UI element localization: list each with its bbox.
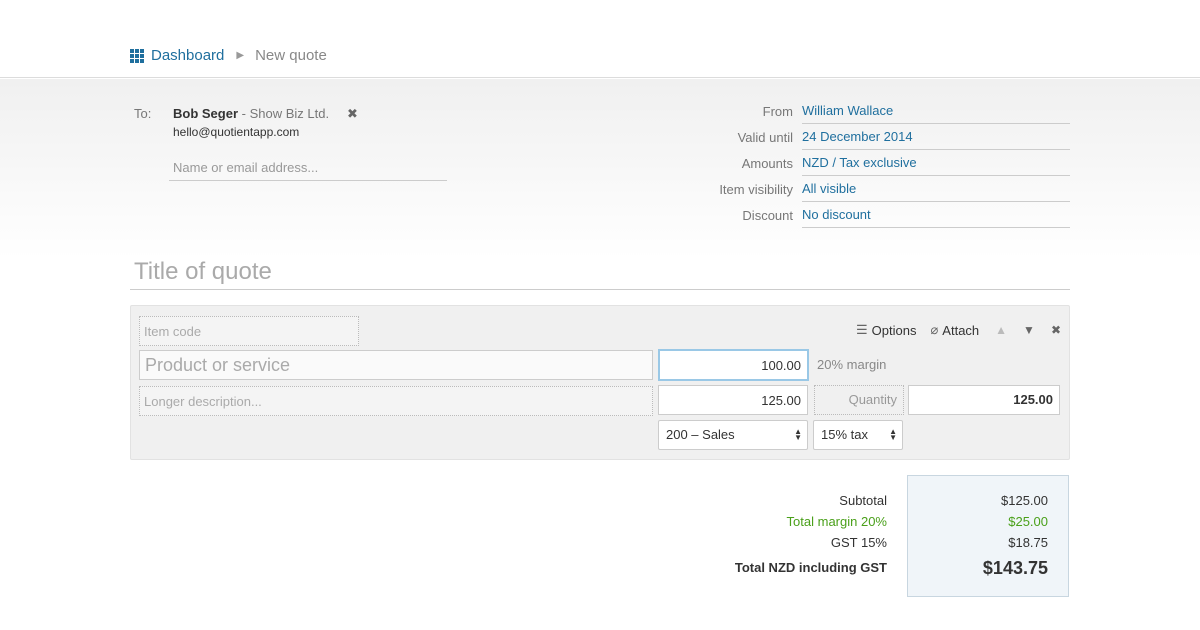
account-select-value: 200 – Sales <box>666 427 735 442</box>
meta-label-from: From <box>762 103 793 119</box>
delete-item-close-icon[interactable]: ✖ <box>1051 323 1061 337</box>
quantity-input[interactable]: Quantity <box>814 385 904 415</box>
meta-value-discount[interactable]: No discount <box>802 202 1070 228</box>
recipient-name: Bob Seger <box>173 106 239 121</box>
move-down-chevron-down-icon[interactable]: ▼ <box>1023 323 1035 337</box>
list-icon: ☰ <box>856 322 868 337</box>
total-margin-value: $25.00 <box>1008 514 1048 529</box>
item-code-input[interactable] <box>139 316 359 346</box>
quote-meta: From William Wallace Valid until 24 Dece… <box>700 98 1070 228</box>
recipient-search-input[interactable] <box>169 155 447 181</box>
recipient-email: hello@quotientapp.com <box>173 125 300 139</box>
totals-values: $125.00 $25.00 $18.75 $143.75 <box>907 490 1048 583</box>
gst-value: $18.75 <box>1008 535 1048 550</box>
meta-value-item-visibility[interactable]: All visible <box>802 176 1070 202</box>
meta-row-valid-until: Valid until 24 December 2014 <box>700 124 1070 150</box>
totals-labels: Subtotal Total margin 20% GST 15% Total … <box>650 490 887 583</box>
meta-row-from: From William Wallace <box>700 98 1070 124</box>
recipient[interactable]: Bob Seger - Show Biz Ltd. <box>173 106 329 121</box>
cost-input[interactable] <box>658 349 809 381</box>
tax-select-value: 15% tax <box>821 427 868 442</box>
options-button[interactable]: ☰ Options <box>856 322 916 338</box>
breadcrumb: Dashboard ▶ New quote <box>130 47 327 64</box>
unit-price-input[interactable] <box>658 385 808 415</box>
meta-value-valid-until[interactable]: 24 December 2014 <box>802 124 1070 150</box>
meta-row-amounts: Amounts NZD / Tax exclusive <box>700 150 1070 176</box>
meta-label-valid-until: Valid until <box>737 129 793 145</box>
attach-button[interactable]: ⌀ Attach <box>930 322 979 338</box>
recipient-company: Show Biz Ltd. <box>249 106 330 121</box>
product-service-input[interactable] <box>139 350 653 380</box>
dashboard-grid-icon[interactable] <box>130 48 144 63</box>
move-up-chevron-up-icon[interactable]: ▲ <box>995 323 1007 337</box>
subtotal-value: $125.00 <box>1001 493 1048 508</box>
select-arrows-icon: ▲ ▼ <box>794 427 802 442</box>
meta-row-item-visibility: Item visibility All visible <box>700 176 1070 202</box>
item-toolbar: ☰ Options ⌀ Attach ▲ ▼ ✖ <box>842 322 1061 338</box>
meta-row-discount: Discount No discount <box>700 202 1070 228</box>
options-label: Options <box>871 322 917 338</box>
gst-label: GST 15% <box>830 535 887 550</box>
breadcrumb-dashboard-link[interactable]: Dashboard <box>151 47 224 64</box>
quote-title-input[interactable] <box>130 254 1070 290</box>
meta-label-item-visibility: Item visibility <box>719 181 793 197</box>
breadcrumb-separator-icon: ▶ <box>236 50 245 61</box>
meta-value-amounts[interactable]: NZD / Tax exclusive <box>802 150 1070 176</box>
total-margin-label: Total margin 20% <box>786 514 887 529</box>
select-arrows-icon: ▲ ▼ <box>889 427 897 442</box>
meta-label-discount: Discount <box>742 207 793 223</box>
meta-label-amounts: Amounts <box>741 155 793 171</box>
grand-total-value: $143.75 <box>982 558 1048 578</box>
grand-total-label: Total NZD including GST <box>734 560 887 575</box>
description-input[interactable] <box>139 386 653 416</box>
top-bar: Dashboard ▶ New quote <box>0 0 1200 78</box>
breadcrumb-current: New quote <box>255 47 327 64</box>
meta-value-from[interactable]: William Wallace <box>802 98 1070 124</box>
account-select[interactable]: 200 – Sales ▲ ▼ <box>658 420 808 450</box>
subtotal-label: Subtotal <box>839 493 887 508</box>
attach-label: Attach <box>942 322 980 338</box>
margin-label[interactable]: 20% margin <box>817 357 886 372</box>
to-label: To: <box>134 106 152 121</box>
paperclip-icon: ⌀ <box>930 322 939 337</box>
line-total: 125.00 <box>908 385 1060 415</box>
tax-select[interactable]: 15% tax ▲ ▼ <box>813 420 903 450</box>
recipient-separator: - <box>238 106 250 121</box>
remove-recipient-close-icon[interactable]: ✖ <box>347 106 358 122</box>
line-item-panel: ☰ Options ⌀ Attach ▲ ▼ ✖ 20% margin Quan… <box>130 305 1070 460</box>
